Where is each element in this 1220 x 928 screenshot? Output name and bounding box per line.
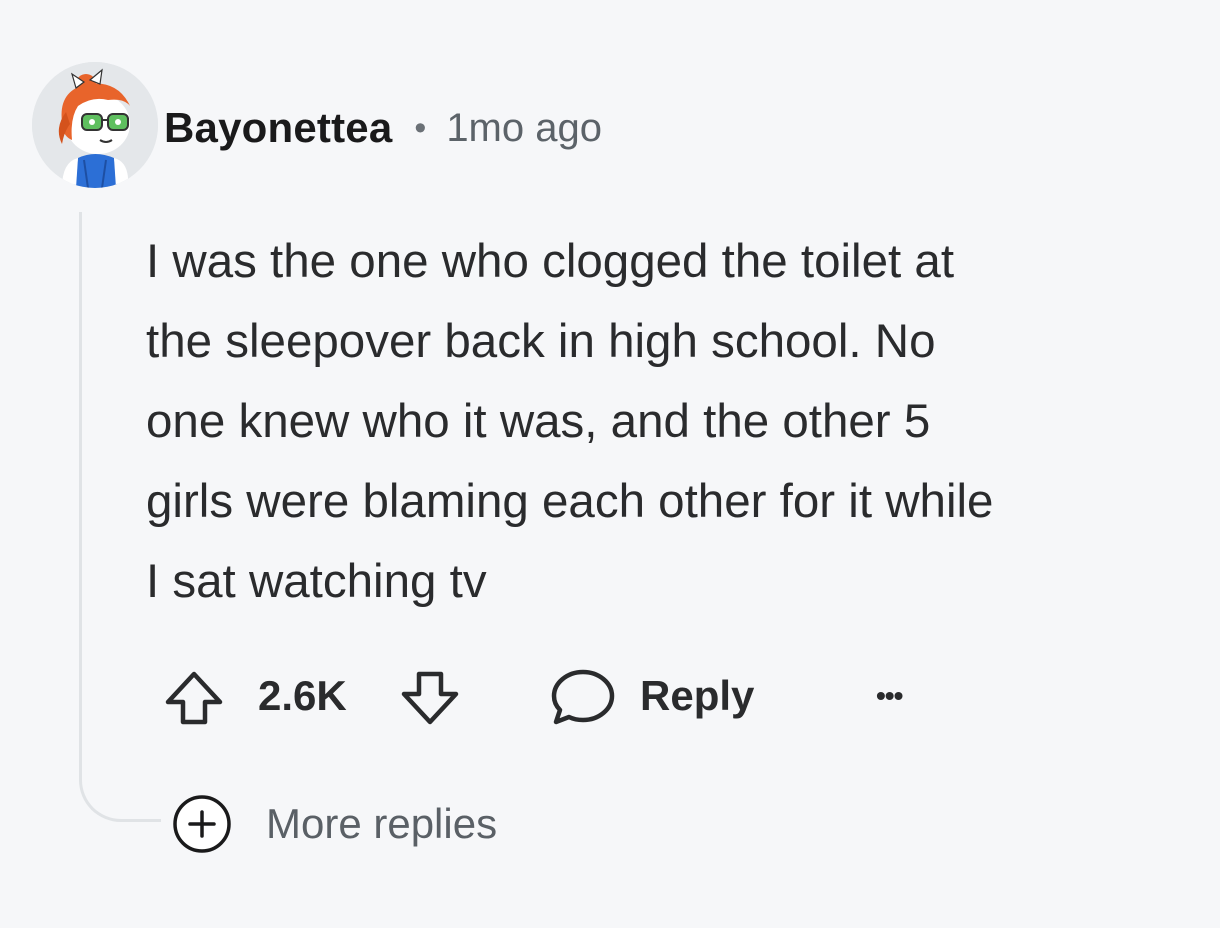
more-replies-button[interactable]: More replies [170,792,497,856]
username-link[interactable]: Bayonettea [164,104,392,152]
comment-body: I was the one who clogged the toilet at … [146,222,1206,622]
timestamp[interactable]: 1mo ago [446,106,602,151]
more-replies-label: More replies [266,800,498,847]
reply-button[interactable]: Reply [548,664,754,728]
speech-bubble-icon [551,669,615,725]
comment-body-line: the sleepover back in high school. No [146,315,936,368]
avatar[interactable] [32,62,158,188]
comment-body-line: I sat watching tv [146,555,487,608]
comment-header: Bayonettea • 1mo ago [164,100,602,156]
vote-score: 2.6K [258,672,347,719]
comment: Bayonettea • 1mo ago I was the one who c… [0,0,1220,928]
comment-body-line: I was the one who clogged the toilet at [146,235,955,288]
upvote-arrow-icon [165,671,223,725]
comment-body-line: girls were blaming each other for it whi… [146,475,994,528]
comment-body-line: one knew who it was, and the other 5 [146,395,931,448]
downvote-button[interactable] [394,664,466,728]
plus-circle-icon [173,795,231,853]
comment-actions: 2.6K Reply ••• [158,664,958,728]
downvote-arrow-icon [401,671,459,725]
avatar-redhead-glasses-icon [32,62,158,188]
upvote-button[interactable] [158,664,230,728]
reply-label: Reply [640,672,755,719]
more-options-button[interactable]: ••• [876,664,903,728]
header-separator: • [414,108,427,147]
